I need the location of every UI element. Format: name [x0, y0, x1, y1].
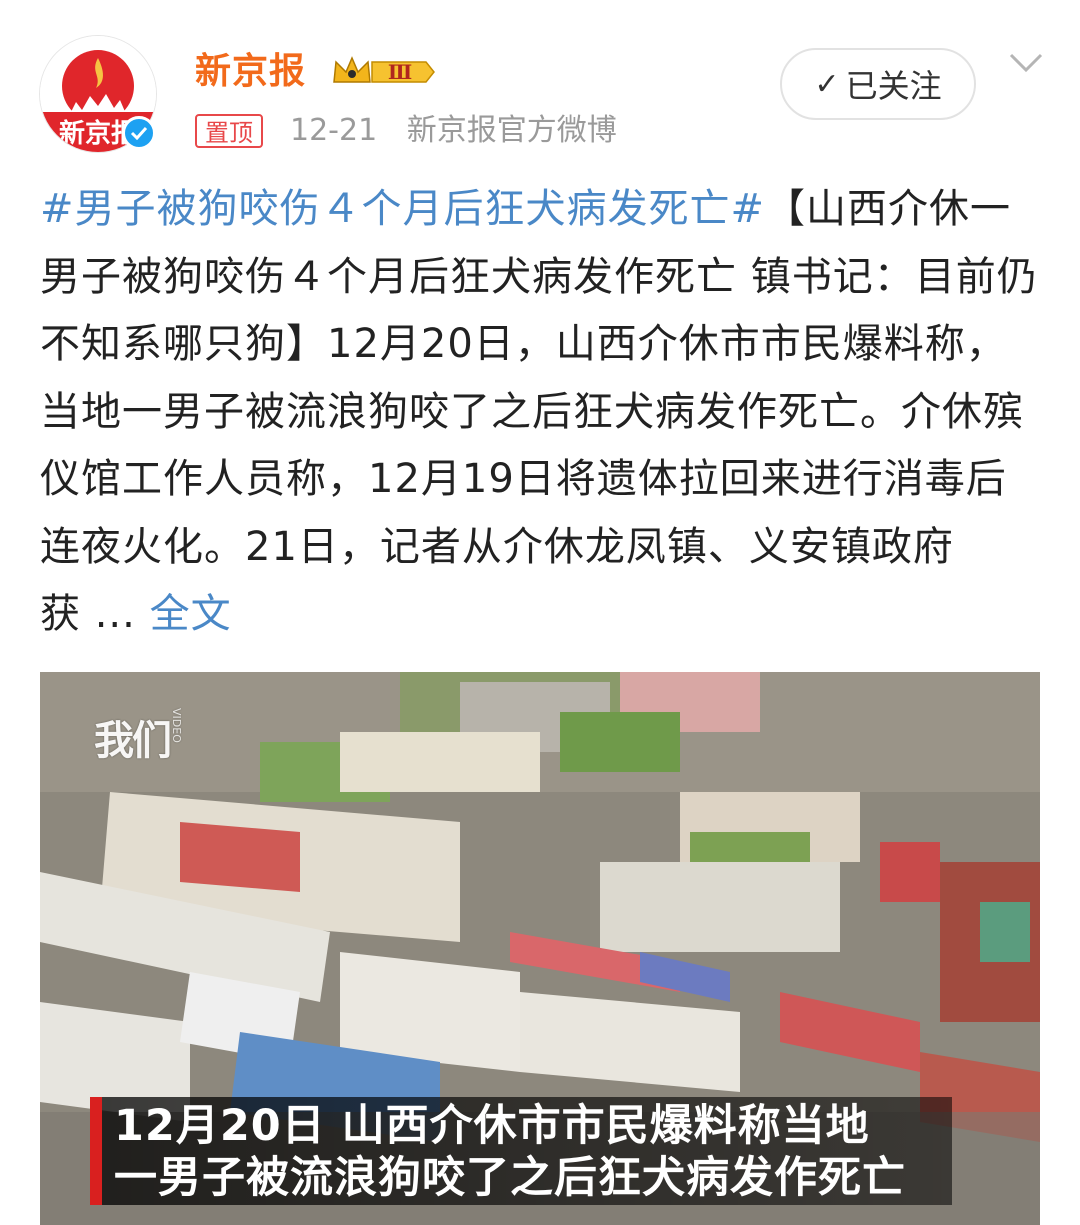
- post-meta: 12-21 新京报官方微博: [290, 112, 637, 150]
- hashtag-link[interactable]: #男子被狗咬伤４个月后狂犬病发死亡#: [40, 186, 765, 232]
- watermark-text: 我们: [94, 718, 172, 764]
- post-body: 【山西介休一男子被狗咬伤４个月后狂犬病发作死亡 镇书记：目前仍不知系哪只狗】12…: [40, 186, 1038, 637]
- vip-level: Ⅲ: [388, 60, 412, 84]
- video-thumbnail[interactable]: 我们VIDEO 12月20日 山西介休市市民爆料称当地 一男子被流浪狗咬了之后狂…: [40, 672, 1040, 1225]
- verified-badge-icon: [122, 116, 156, 150]
- watermark-sub: VIDEO: [170, 708, 183, 743]
- caption-line-1: 12月20日 山西介休市市民爆料称当地: [114, 1101, 870, 1151]
- post-source: 新京报官方微博: [406, 113, 617, 148]
- post-date: 12-21: [290, 113, 378, 148]
- follow-button[interactable]: ✓ 已关注: [780, 48, 976, 120]
- follow-label: 已关注: [845, 67, 942, 105]
- post-header: 新京报 新京报 Ⅲ 置顶 12-21 新京报官方微博 ✓ 已关注: [0, 0, 1080, 160]
- pinned-badge: 置顶: [195, 114, 263, 148]
- post-text: #男子被狗咬伤４个月后狂犬病发死亡#【山西介休一男子被狗咬伤４个月后狂犬病发作死…: [40, 176, 1040, 649]
- vip-crown-icon[interactable]: Ⅲ: [330, 52, 436, 92]
- caption-accent-bar: [90, 1097, 102, 1205]
- check-icon: ✓: [814, 66, 840, 102]
- chevron-down-icon[interactable]: [1008, 50, 1044, 74]
- ellipsis: ...: [94, 591, 136, 637]
- caption-line-2: 一男子被流浪狗咬了之后狂犬病发作死亡: [114, 1153, 906, 1203]
- full-text-link[interactable]: 全文: [150, 591, 232, 637]
- video-watermark: 我们VIDEO: [94, 708, 183, 766]
- account-name[interactable]: 新京报: [195, 48, 306, 96]
